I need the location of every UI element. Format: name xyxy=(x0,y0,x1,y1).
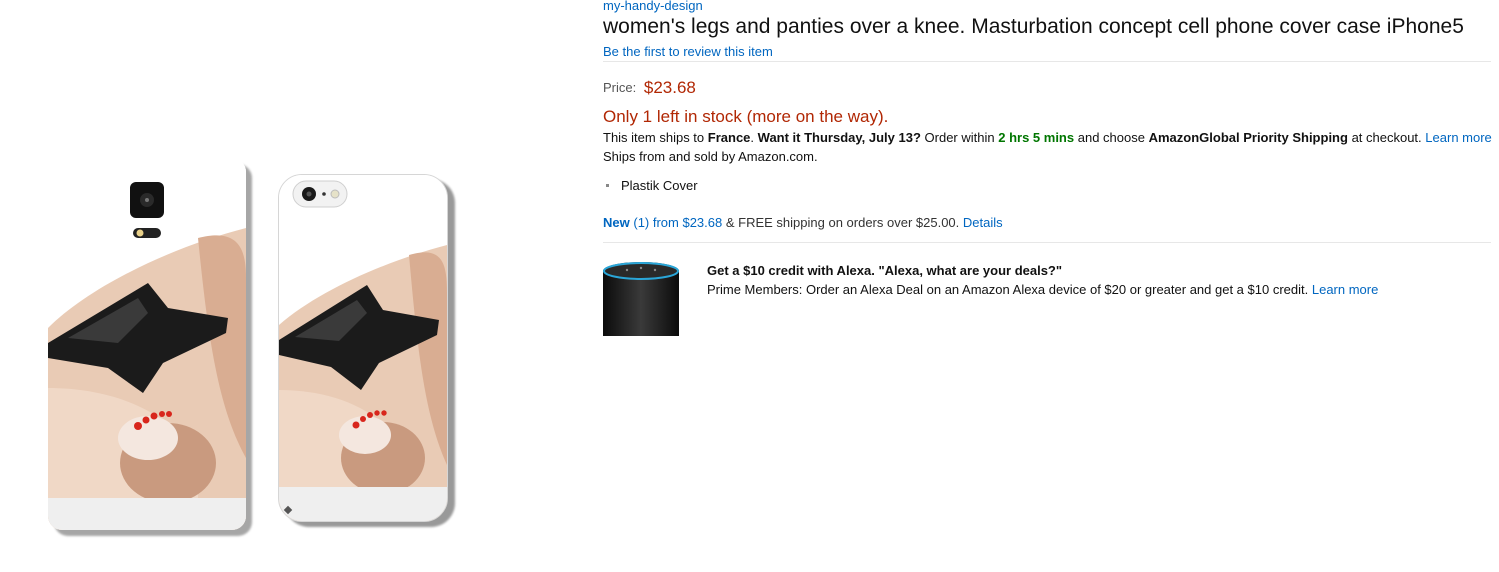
review-link[interactable]: Be the first to review this item xyxy=(603,44,773,59)
alexa-echo-image[interactable] xyxy=(603,262,679,336)
alexa-learn-more-link[interactable]: Learn more xyxy=(1312,282,1378,297)
feature-bullets: Plastik Cover xyxy=(603,178,698,193)
shipping-learn-more-link[interactable]: Learn more xyxy=(1425,130,1491,145)
product-title: women's legs and panties over a knee. Ma… xyxy=(603,15,1464,38)
shipping-note: & FREE shipping on orders over $25.00. xyxy=(725,215,960,230)
alexa-promo-text: Prime Members: Order an Alexa Deal on an… xyxy=(707,282,1309,297)
price-value: $23.68 xyxy=(643,78,696,97)
product-image[interactable] xyxy=(40,150,470,550)
stock-status: Only 1 left in stock (more on the way). xyxy=(603,107,889,126)
ships-prefix: This item ships to xyxy=(603,130,705,145)
phone-case-iphone xyxy=(278,174,448,522)
time-left: 2 hrs 5 mins xyxy=(998,130,1075,145)
brand-link[interactable]: my-handy-design xyxy=(603,0,703,13)
feature-bullet: Plastik Cover xyxy=(603,178,698,193)
new-offers-link[interactable]: New xyxy=(603,215,630,230)
at-checkout: at checkout. xyxy=(1351,130,1422,145)
and-choose: and choose xyxy=(1077,130,1145,145)
phone-case-galaxy xyxy=(48,158,246,530)
offers-row: New (1) from $23.68 & FREE shipping on o… xyxy=(603,215,1003,230)
price-row: Price: $23.68 xyxy=(603,77,696,97)
alexa-promo-body: Prime Members: Order an Alexa Deal on an… xyxy=(707,282,1378,297)
sold-by: Ships from and sold by Amazon.com. xyxy=(603,149,818,164)
feature-text: Plastik Cover xyxy=(621,178,698,193)
ships-country: France xyxy=(707,130,751,145)
divider xyxy=(603,61,1491,62)
details-link[interactable]: Details xyxy=(963,215,1003,230)
divider xyxy=(603,242,1491,243)
shipping-info: This item ships to France. Want it Thurs… xyxy=(603,130,1492,145)
price-label: Price: xyxy=(603,80,637,95)
offer-count-link[interactable]: (1) from $23.68 xyxy=(633,215,722,230)
order-within: Order within xyxy=(924,130,995,145)
bullet-icon xyxy=(606,184,609,187)
shipping-method: AmazonGlobal Priority Shipping xyxy=(1148,130,1348,145)
alexa-promo-headline: Get a $10 credit with Alexa. "Alexa, wha… xyxy=(707,263,1063,278)
delivery-date: Want it Thursday, July 13? xyxy=(757,130,921,145)
